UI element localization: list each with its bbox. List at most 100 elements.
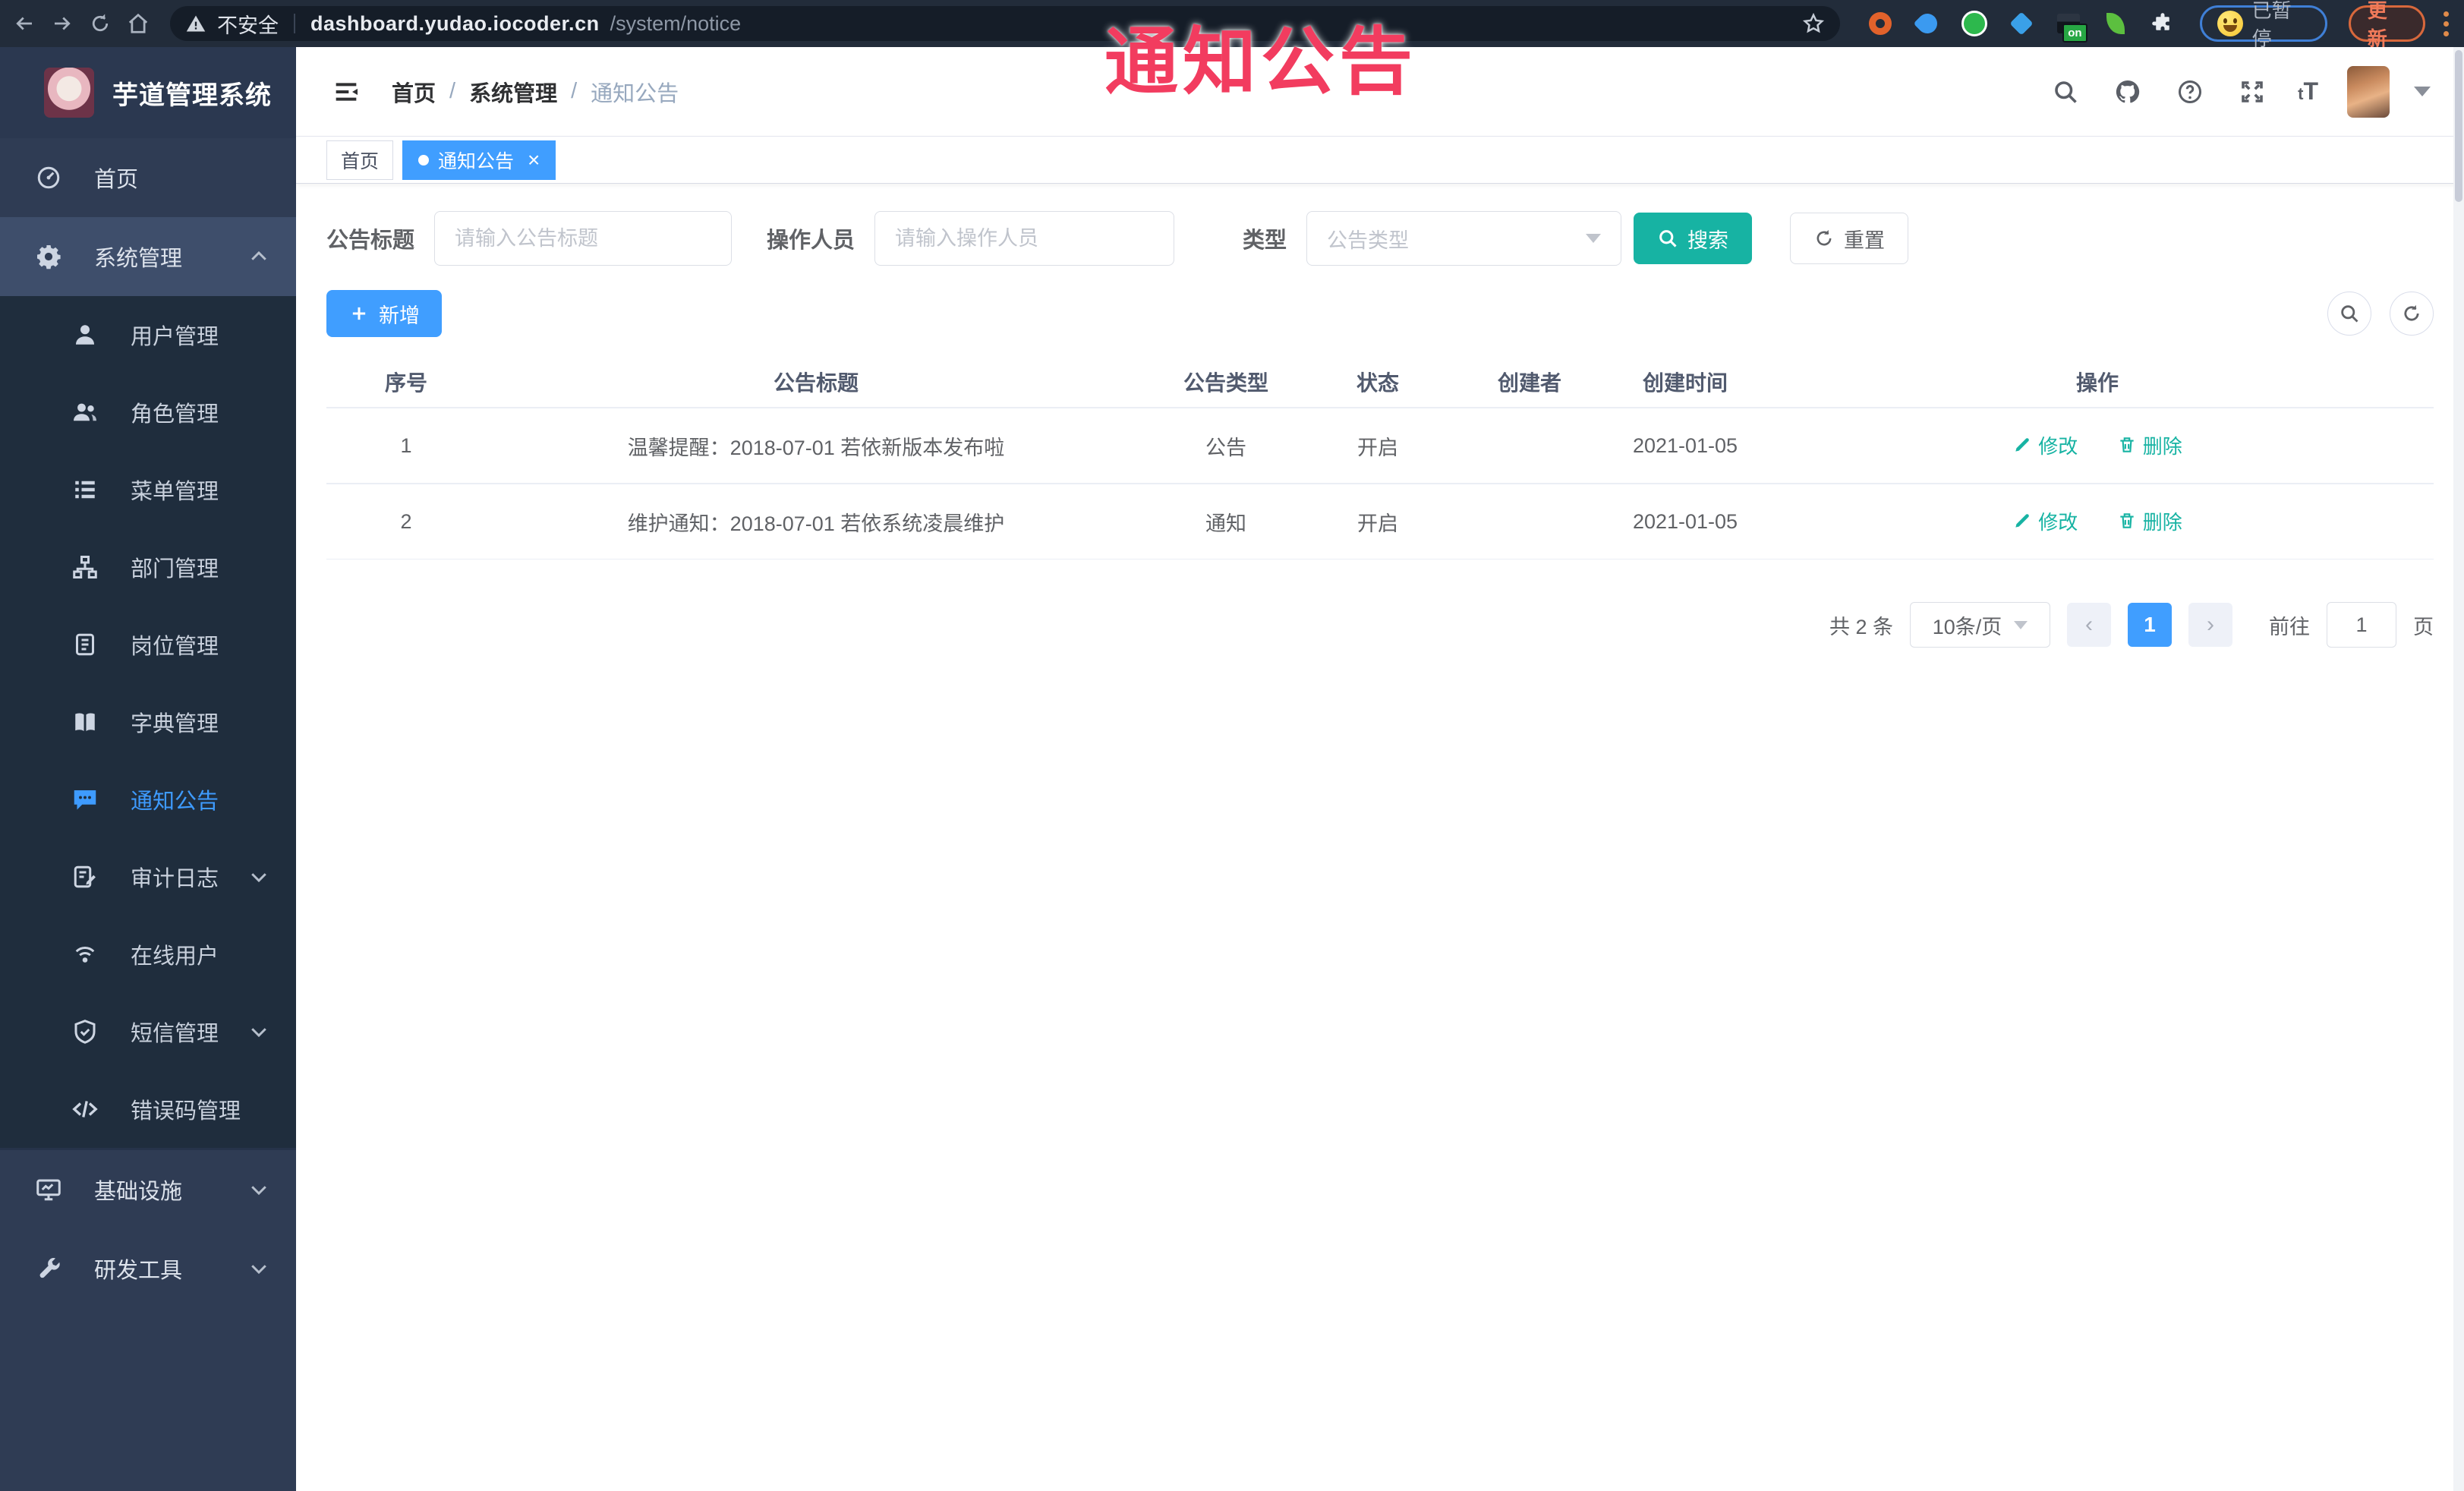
sidebar-item-book[interactable]: 字典管理 <box>0 683 296 761</box>
sidebar-item-user[interactable]: 用户管理 <box>0 296 296 374</box>
notice-type-select[interactable]: 公告类型 <box>1306 211 1622 266</box>
sidebar-item-tree[interactable]: 部门管理 <box>0 528 296 606</box>
url-divider <box>294 14 295 33</box>
sidebar-item-users[interactable]: 角色管理 <box>0 374 296 451</box>
breadcrumb-section[interactable]: 系统管理 <box>469 76 557 108</box>
browser-back-icon[interactable] <box>8 7 41 40</box>
extensions-puzzle-icon[interactable] <box>2148 9 2177 38</box>
user-avatar[interactable] <box>2347 65 2390 118</box>
sidebar-item-label: 字典管理 <box>131 712 219 736</box>
sidebar-collapse-icon[interactable] <box>329 75 363 109</box>
bookmark-star-icon[interactable] <box>1802 12 1825 35</box>
address-bar[interactable]: 不安全 dashboard.yudao.iocoder.cn /system/n… <box>170 6 1840 41</box>
font-size-icon[interactable]: tT <box>2298 77 2318 106</box>
sidebar-item-online[interactable]: 在线用户 <box>0 916 296 993</box>
update-label: 更新 <box>2367 0 2387 50</box>
tab-close-icon[interactable]: × <box>528 149 540 171</box>
sidebar: 芋道管理系统 首页 系统管理 用户管理 角色管理 菜单管理 部门管理 岗位管理 <box>0 47 296 1491</box>
extension-green-icon[interactable] <box>1960 9 1989 38</box>
col-header-no: 序号 <box>384 371 427 395</box>
table-tools <box>2327 292 2434 336</box>
type-select-placeholder: 公告类型 <box>1327 229 1410 252</box>
header-actions: tT <box>2049 65 2431 118</box>
tab-home[interactable]: 首页 <box>326 140 394 180</box>
sidebar-item-label: 短信管理 <box>131 1022 219 1046</box>
cell-actions: 修改 删除 <box>1761 507 2434 537</box>
app-header: 首页 / 系统管理 / 通知公告 tT <box>296 47 2464 137</box>
security-label: 不安全 <box>217 14 279 37</box>
browser-forward-icon[interactable] <box>46 7 79 40</box>
browser-menu-icon[interactable] <box>2444 11 2450 36</box>
app-logo-row[interactable]: 芋道管理系统 <box>0 47 296 138</box>
scrollbar-thumb[interactable] <box>2455 50 2462 202</box>
edit-link[interactable]: 修改 <box>2012 507 2078 535</box>
filter-operator-label: 操作人员 <box>767 229 855 253</box>
col-header-time: 创建时间 <box>1642 371 1728 395</box>
security-warning-icon[interactable] <box>185 13 206 34</box>
sidebar-item-dashboard[interactable]: 首页 <box>0 138 296 217</box>
sidebar-item-gear[interactable]: 系统管理 <box>0 217 296 296</box>
chevron-icon <box>247 1020 270 1043</box>
browser-reload-icon[interactable] <box>83 7 117 40</box>
sidebar-item-label: 首页 <box>94 168 139 192</box>
extension-leaf-icon[interactable] <box>2101 9 2130 38</box>
page-size-select[interactable]: 10条/页 <box>1910 602 2050 648</box>
operator-input[interactable] <box>874 211 1175 266</box>
refresh-button[interactable] <box>2390 292 2434 336</box>
cell-no: 2 <box>400 509 412 533</box>
col-header-creator: 创建者 <box>1497 371 1561 395</box>
browser-home-icon[interactable] <box>121 7 155 40</box>
sidebar-item-monitor[interactable]: 基础设施 <box>0 1150 296 1229</box>
sidebar-item-log[interactable]: 审计日志 <box>0 838 296 916</box>
sidebar-item-tool[interactable]: 研发工具 <box>0 1229 296 1308</box>
delete-link[interactable]: 删除 <box>2117 507 2182 535</box>
cell-no: 1 <box>400 433 412 457</box>
github-icon[interactable] <box>2111 75 2144 109</box>
toggle-search-button[interactable] <box>2327 292 2371 336</box>
sidebar-item-list[interactable]: 菜单管理 <box>0 451 296 528</box>
reset-button[interactable]: 重置 <box>1790 213 1909 264</box>
delete-link[interactable]: 删除 <box>2117 431 2182 459</box>
table-toolbar: 新增 <box>326 290 2434 337</box>
search-icon[interactable] <box>2049 75 2082 109</box>
browser-toolbar: 不安全 dashboard.yudao.iocoder.cn /system/n… <box>0 0 2464 50</box>
sidebar-item-label: 部门管理 <box>131 557 219 582</box>
notice-title-input[interactable] <box>434 211 733 266</box>
extension-orange-icon[interactable] <box>1866 9 1895 38</box>
extension-switch-icon[interactable]: on <box>2054 9 2087 43</box>
browser-update-button[interactable]: 更新 <box>2348 0 2426 50</box>
profile-paused-chip[interactable]: 已暂停 <box>2199 0 2327 50</box>
paused-label: 已暂停 <box>2251 0 2292 50</box>
app-logo <box>44 68 94 118</box>
main-area: 首页 / 系统管理 / 通知公告 tT 首页 通知公告 × 公告标题 请输入公告… <box>296 47 2464 1491</box>
help-icon[interactable] <box>2173 75 2207 109</box>
prev-page-button[interactable]: ‹ <box>2067 603 2111 647</box>
page-content: 公告标题 操作人员 类型 公告类型 搜索 重置 新增 <box>296 184 2464 648</box>
chevron-down-icon <box>1586 234 1602 243</box>
url-host: dashboard.yudao.iocoder.cn <box>310 11 600 35</box>
breadcrumb-home[interactable]: 首页 <box>392 76 436 108</box>
extension-diamond-icon[interactable] <box>2007 9 2036 38</box>
sidebar-item-message[interactable]: 通知公告 <box>0 761 296 838</box>
tab-notice[interactable]: 通知公告 × <box>402 140 556 180</box>
col-header-status: 状态 <box>1356 371 1399 395</box>
goto-page-input[interactable] <box>2327 602 2396 648</box>
edit-link[interactable]: 修改 <box>2012 431 2078 459</box>
fullscreen-icon[interactable] <box>2236 75 2269 109</box>
col-header-title: 公告标题 <box>773 371 859 395</box>
sidebar-item-badge[interactable]: 岗位管理 <box>0 606 296 683</box>
sidebar-item-code[interactable]: 错误码管理 <box>0 1070 296 1148</box>
scrollbar-track[interactable] <box>2453 47 2464 1491</box>
user-icon <box>70 320 100 350</box>
add-button[interactable]: 新增 <box>326 290 442 337</box>
search-button[interactable]: 搜索 <box>1634 213 1753 264</box>
next-page-button[interactable]: › <box>2188 603 2232 647</box>
sidebar-item-shield[interactable]: 短信管理 <box>0 993 296 1070</box>
extension-drop-icon[interactable] <box>1913 9 1942 38</box>
sidebar-menu: 首页 系统管理 用户管理 角色管理 菜单管理 部门管理 岗位管理 字典管理 通知… <box>0 138 296 1308</box>
avatar-caret-icon[interactable] <box>2414 87 2431 96</box>
current-page-button[interactable]: 1 <box>2128 603 2172 647</box>
tree-icon <box>70 552 100 582</box>
book-icon <box>70 707 100 737</box>
goto-unit-label: 页 <box>2413 615 2434 638</box>
